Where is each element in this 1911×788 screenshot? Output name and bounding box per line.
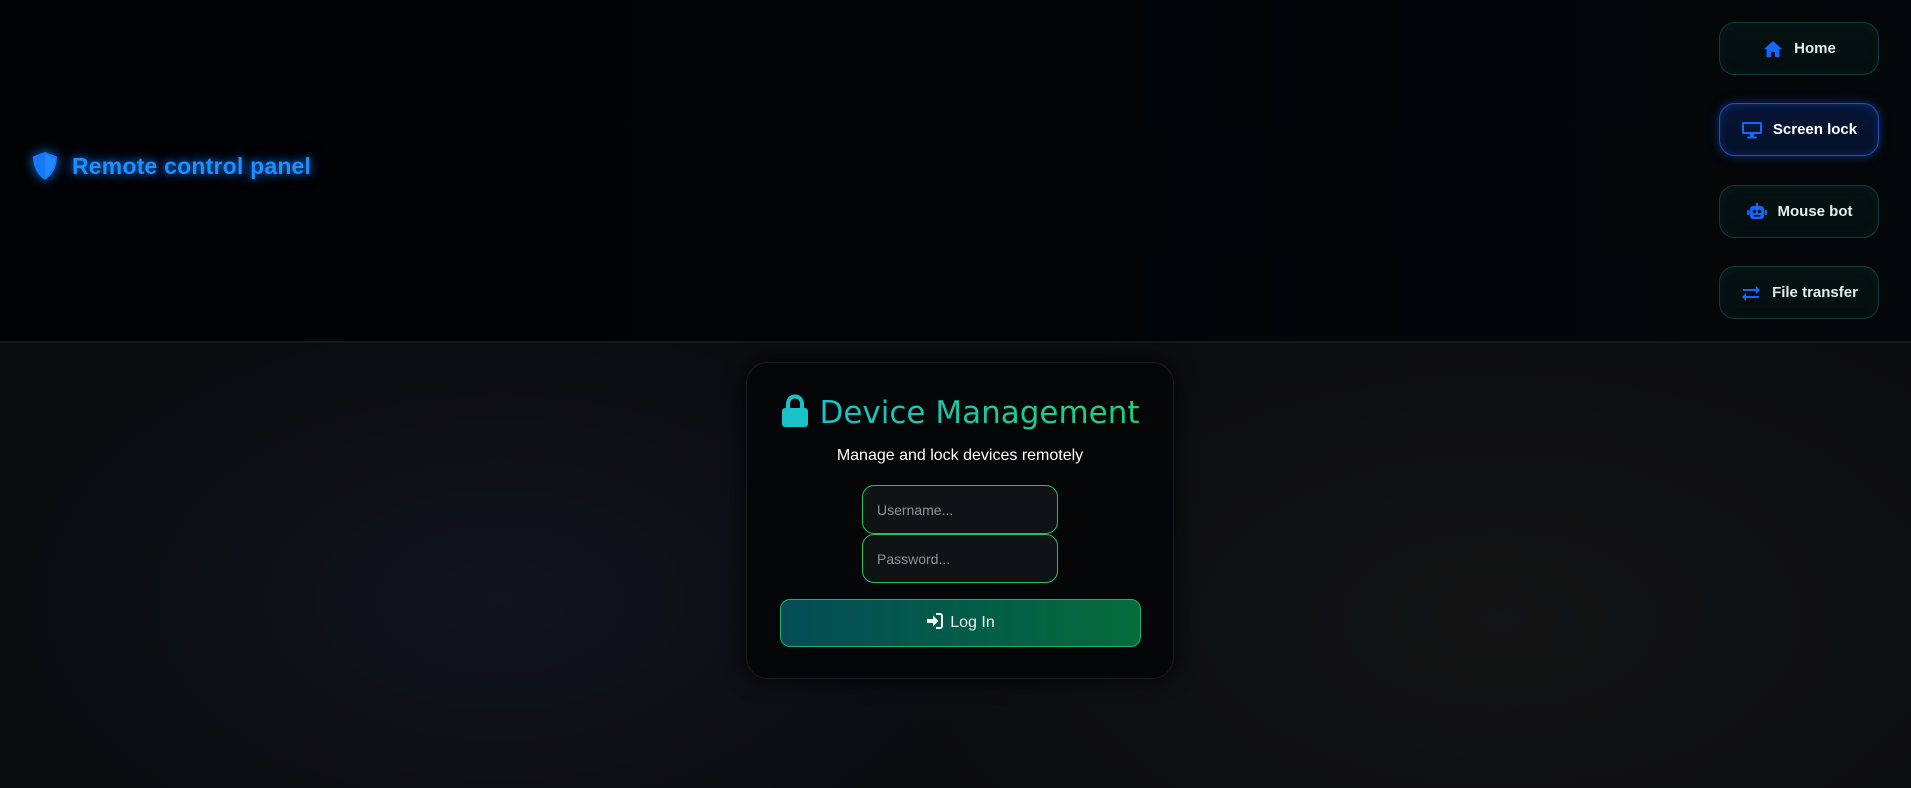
nav-screen-lock-button[interactable]: Screen lock [1719, 103, 1879, 156]
card-title: Device Management [747, 393, 1173, 433]
arrows-exchange-icon [1740, 283, 1762, 303]
monitor-icon [1741, 120, 1763, 140]
brand-title: Remote control panel [72, 152, 312, 179]
nav-file-transfer-button[interactable]: File transfer [1719, 266, 1879, 319]
nav-file-transfer-label: File transfer [1772, 284, 1858, 301]
sign-in-icon [926, 612, 944, 634]
brand: Remote control panel [30, 150, 311, 182]
login-button[interactable]: Log In [780, 599, 1141, 647]
top-header: Remote control panel Home Screen lock Mo… [0, 0, 1911, 343]
lock-icon [780, 393, 810, 433]
shield-icon [30, 150, 60, 182]
nav-mouse-bot-button[interactable]: Mouse bot [1719, 185, 1879, 238]
nav-home-label: Home [1794, 40, 1836, 57]
page: Remote control panel Home Screen lock Mo… [0, 0, 1911, 788]
robot-icon [1746, 202, 1768, 222]
login-button-label: Log In [950, 614, 995, 631]
nav-mouse-bot-label: Mouse bot [1777, 203, 1853, 220]
nav-home-button[interactable]: Home [1719, 22, 1879, 75]
home-icon [1762, 39, 1784, 59]
password-input[interactable] [862, 534, 1058, 583]
card-subtitle: Manage and lock devices remotely [836, 447, 1084, 464]
username-input[interactable] [862, 485, 1058, 534]
nav-screen-lock-label: Screen lock [1772, 121, 1858, 138]
login-card: Device Management Manage and lock device… [746, 362, 1174, 679]
card-title-text: Device Management [819, 395, 1140, 431]
